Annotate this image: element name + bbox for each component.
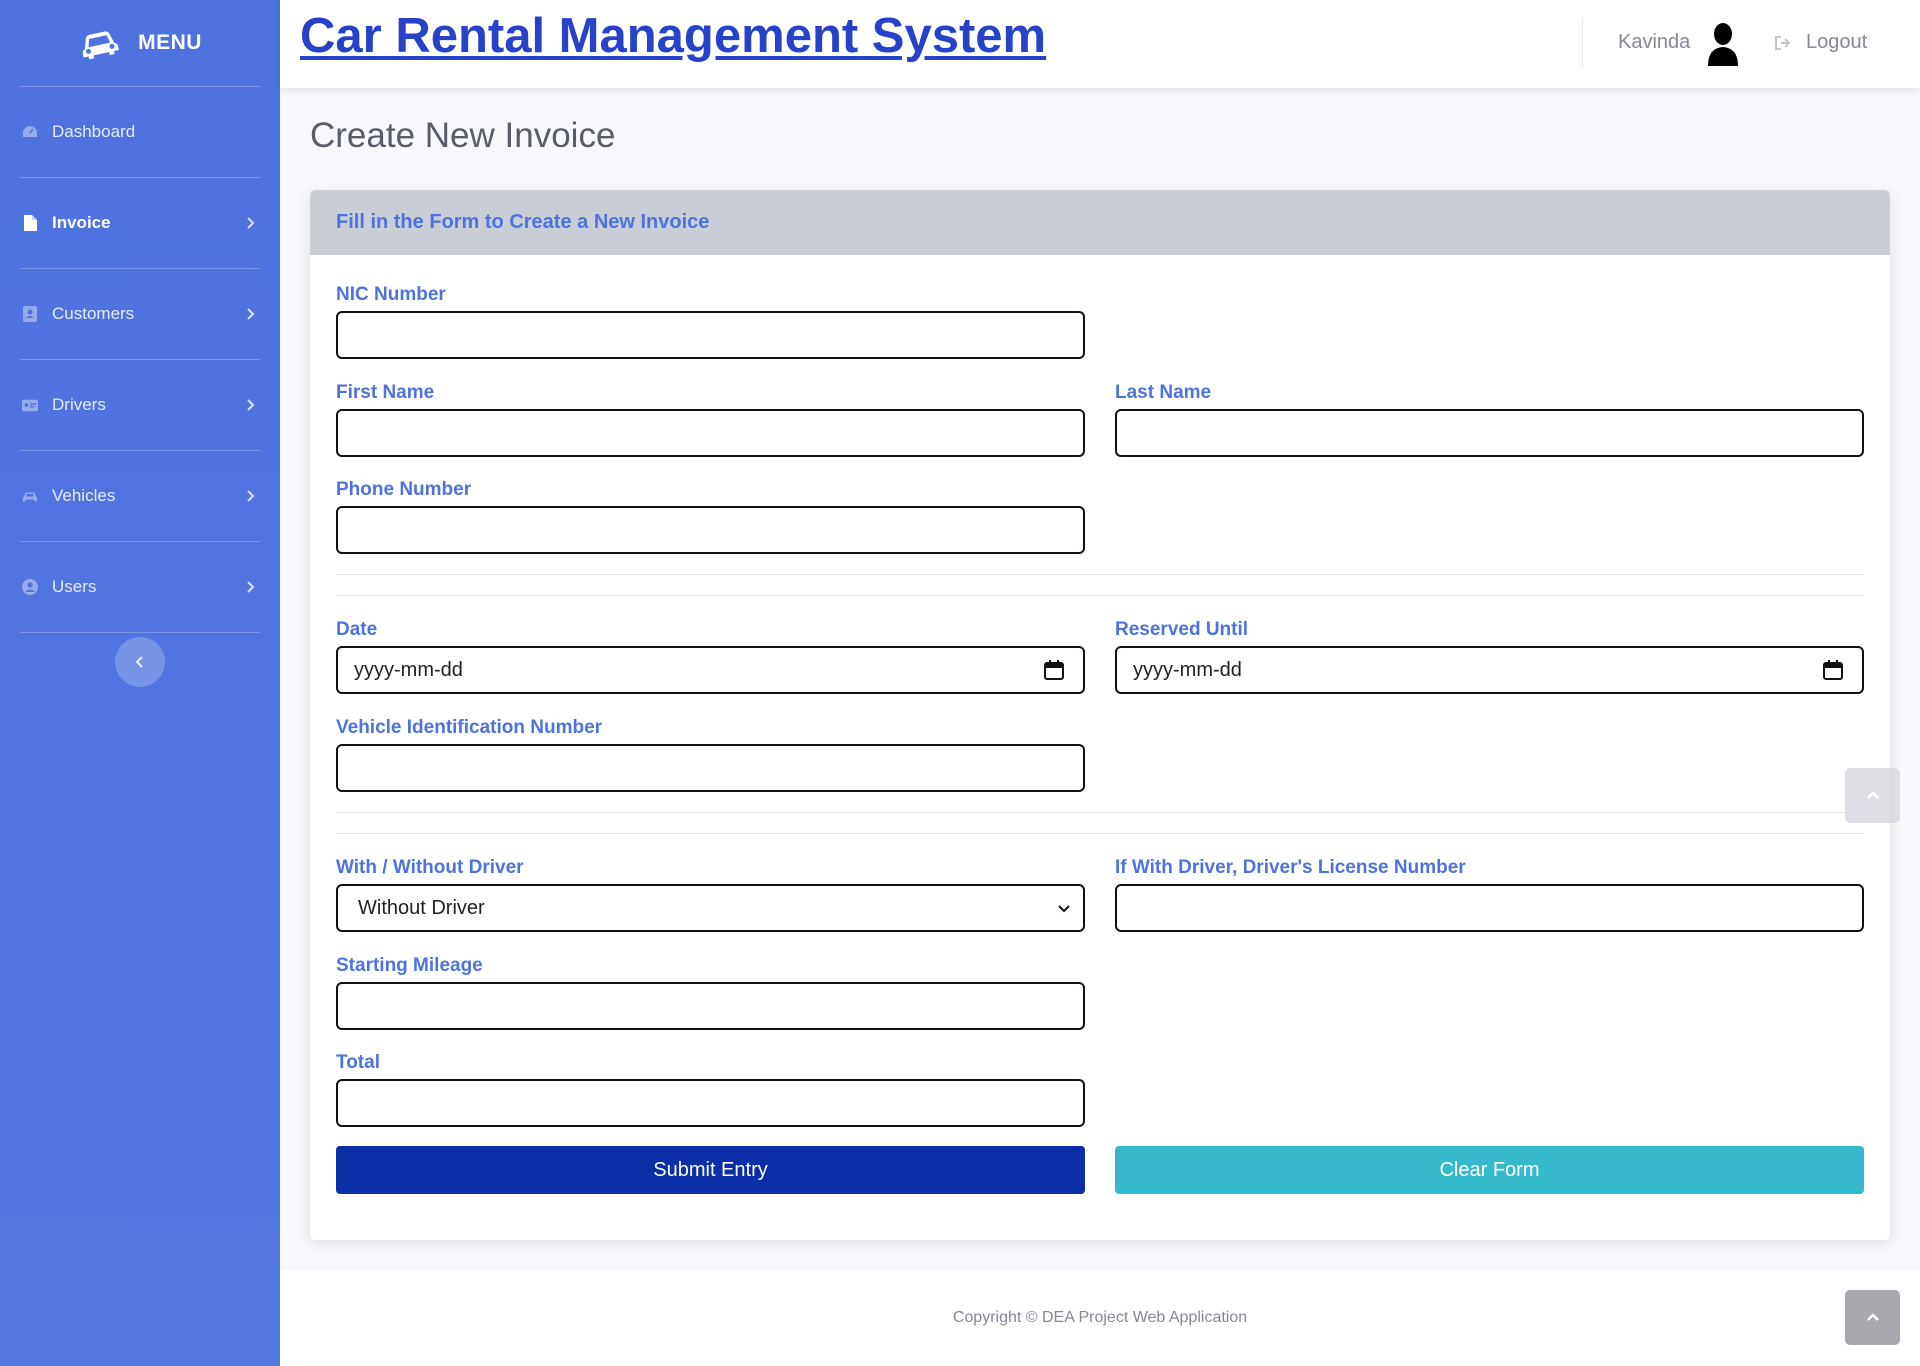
sidebar-item-dashboard[interactable]: Dashboard [0,87,280,177]
chevron-left-icon [135,656,143,668]
chevron-up-icon [1866,790,1879,799]
invoice-form-card: Fill in the Form to Create a New Invoice… [310,190,1890,1240]
chevron-right-icon [247,308,255,320]
sidebar-item-label: Invoice [52,213,111,232]
address-book-icon [22,306,38,322]
submit-entry-button[interactable]: Submit Entry [336,1146,1085,1194]
total-label: Total [336,1052,380,1073]
calendar-icon[interactable] [1043,659,1065,681]
logout-label: Logout [1806,31,1868,53]
user-circle-icon [22,579,38,595]
logout-link[interactable]: Logout [1774,31,1867,54]
chevron-up-icon [1866,1312,1879,1321]
sign-out-icon [1775,35,1791,50]
card-header: Fill in the Form to Create a New Invoice [310,190,1890,255]
license-input[interactable] [1115,884,1864,932]
dashboard-icon [22,124,38,140]
chevron-right-icon [247,581,255,593]
sidebar-item-label: Vehicles [52,486,116,505]
chevron-right-icon [247,217,255,229]
total-input[interactable] [336,1079,1085,1127]
topbar-divider [1582,18,1583,68]
nic-label: NIC Number [336,284,446,305]
vin-label: Vehicle Identification Number [336,717,603,738]
clear-form-button[interactable]: Clear Form [1115,1146,1864,1194]
sidebar-brand-label: MENU [138,31,202,54]
car-icon [22,488,38,504]
car-logo-icon [82,31,119,60]
last-name-input[interactable] [1115,409,1864,457]
section-divider [336,595,1864,596]
id-card-icon [22,397,38,413]
footer: Copyright © DEA Project Web Application [280,1270,1920,1366]
sidebar-toggle-button[interactable] [115,637,165,687]
scroll-to-top-button[interactable] [1845,1290,1900,1345]
topbar: Car Rental Management System Kavinda Log… [280,0,1920,88]
reserved-until-placeholder: yyyy-mm-dd [1133,658,1242,681]
sidebar-item-label: Dashboard [52,122,136,141]
scroll-to-top-button[interactable] [1845,768,1900,823]
section-divider [336,812,1864,813]
app-title-link[interactable]: Car Rental Management System [300,8,1046,64]
date-input[interactable]: yyyy-mm-dd [336,646,1085,694]
reserved-until-label: Reserved Until [1115,619,1249,640]
date-label: Date [336,619,378,640]
sidebar-item-label: Drivers [52,395,106,414]
sidebar-item-drivers[interactable]: Drivers [0,360,280,450]
mileage-input[interactable] [336,982,1085,1030]
sidebar: MENU Dashboard Invoice Customers Drivers [0,0,280,1366]
chevron-down-icon [1058,905,1070,913]
section-divider [336,574,1864,575]
sidebar-item-customers[interactable]: Customers [0,269,280,359]
license-label: If With Driver, Driver's License Number [1115,857,1466,878]
sidebar-divider [20,632,260,633]
sidebar-item-label: Users [52,577,97,596]
page-title: Create New Invoice [310,116,616,155]
section-divider [336,833,1864,834]
user-avatar-icon[interactable] [1704,20,1742,66]
reserved-until-input[interactable]: yyyy-mm-dd [1115,646,1864,694]
mileage-label: Starting Mileage [336,955,483,976]
last-name-label: Last Name [1115,382,1212,403]
first-name-input[interactable] [336,409,1085,457]
driver-option-select[interactable]: Without Driver [336,884,1085,932]
date-placeholder: yyyy-mm-dd [354,658,463,681]
chevron-right-icon [247,490,255,502]
sidebar-item-label: Customers [52,304,135,323]
nic-input[interactable] [336,311,1085,359]
driver-option-label: With / Without Driver [336,857,524,878]
phone-label: Phone Number [336,479,472,500]
sidebar-item-invoice[interactable]: Invoice [0,178,280,268]
chevron-right-icon [247,399,255,411]
driver-option-selected: Without Driver [358,896,485,919]
sidebar-item-users[interactable]: Users [0,542,280,632]
copyright-text: Copyright © DEA Project Web Application [952,1309,1248,1326]
vin-input[interactable] [336,744,1085,792]
file-icon [22,215,38,231]
first-name-label: First Name [336,382,435,403]
sidebar-item-vehicles[interactable]: Vehicles [0,451,280,541]
sidebar-brand[interactable]: MENU [0,0,280,86]
calendar-icon[interactable] [1822,659,1844,681]
phone-input[interactable] [336,506,1085,554]
user-name[interactable]: Kavinda [1618,31,1690,54]
